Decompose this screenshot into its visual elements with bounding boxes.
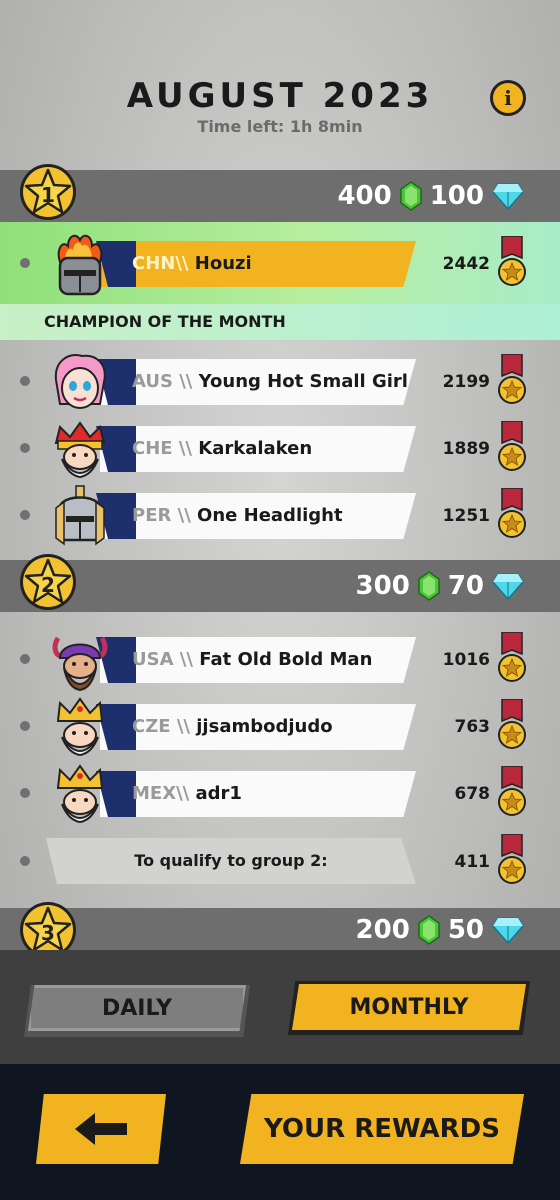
flame-knight-avatar [57, 234, 103, 296]
qualify-label: To qualify to group 2: [134, 851, 328, 870]
pink-hair-girl-avatar [54, 354, 106, 409]
tab-daily[interactable]: DAILY [28, 985, 246, 1031]
gem-reward: 100 [429, 181, 484, 211]
group-reward: 200 50 [356, 910, 524, 950]
medal-icon [496, 354, 528, 406]
page-title: AUGUST 2023 [126, 76, 434, 116]
country-code: CZE \\ [132, 716, 190, 737]
player-username: Karkalaken [198, 438, 313, 459]
player-name: PER \\ One Headlight [132, 493, 343, 539]
green-gem-icon [418, 571, 440, 601]
group-header-1: 1 400 100 [0, 170, 560, 222]
player-score: 763 [454, 717, 491, 737]
player-row[interactable]: CHE \\ Karkalaken 1889 [0, 417, 560, 479]
header: AUGUST 2023 Time left: 1h 8min i [0, 0, 560, 170]
knight-helmet-avatar [55, 485, 105, 546]
player-name: AUS \\ Young Hot Small Girl [132, 359, 408, 405]
gem-reward: 50 [447, 915, 484, 945]
row-dot [20, 258, 30, 268]
arrow-left-icon [75, 1113, 127, 1145]
country-code: MEX\\ [132, 783, 190, 804]
row-dot [20, 721, 30, 731]
gold-crown-king-avatar [56, 697, 104, 757]
row-dot [20, 788, 30, 798]
group-header-2: 2 300 70 [0, 560, 560, 612]
row-dot [20, 856, 30, 866]
player-name: CZE \\ jjsambodjudo [132, 704, 333, 750]
qualify-score: 411 [454, 852, 491, 872]
diamond-icon [492, 572, 524, 600]
country-code: AUS \\ [132, 371, 193, 392]
player-score: 1251 [442, 506, 490, 526]
player-row[interactable]: PER \\ One Headlight 1251 [0, 484, 560, 546]
player-row[interactable]: CHN\\ Houzi 2442 [0, 232, 560, 296]
group-rank-number: 2 [41, 573, 55, 597]
player-name: MEX\\ adr1 [132, 771, 242, 817]
group-rank-number: 1 [41, 183, 55, 207]
row-dot [20, 376, 30, 386]
player-score: 1016 [442, 650, 490, 670]
gem-reward: 70 [447, 571, 484, 601]
player-username: Fat Old Bold Man [199, 649, 373, 670]
player-username: adr1 [195, 783, 242, 804]
country-code: CHN\\ [132, 253, 189, 274]
player-username: Houzi [194, 253, 252, 274]
time-left-label: Time left: 1h 8min [197, 117, 363, 136]
country-code: PER \\ [132, 505, 191, 526]
medal-icon [496, 421, 528, 473]
row-dot [20, 510, 30, 520]
player-row[interactable]: MEX\\ adr1 678 [0, 762, 560, 824]
player-username: Young Hot Small Girl [198, 371, 408, 392]
coin-reward: 400 [337, 181, 392, 211]
your-rewards-button[interactable]: YOUR REWARDS [240, 1094, 524, 1164]
star-rank-icon: 1 [18, 162, 78, 222]
diamond-icon [492, 182, 524, 210]
player-score: 2442 [442, 254, 490, 274]
medal-icon [496, 766, 528, 818]
group-reward: 300 70 [356, 566, 524, 606]
player-name: USA \\ Fat Old Bold Man [132, 637, 372, 683]
player-score: 678 [454, 784, 491, 804]
medal-icon [496, 488, 528, 540]
red-crown-king-avatar [54, 421, 106, 479]
info-icon[interactable]: i [490, 80, 526, 116]
player-score: 2199 [442, 372, 490, 392]
row-dot [20, 443, 30, 453]
coin-reward: 200 [355, 915, 410, 945]
star-rank-icon: 2 [18, 552, 78, 612]
qualify-row: To qualify to group 2: 411 [0, 830, 560, 890]
player-username: One Headlight [197, 505, 343, 526]
diamond-icon [492, 916, 524, 944]
back-button[interactable] [36, 1094, 166, 1164]
player-row[interactable]: AUS \\ Young Hot Small Girl 2199 [0, 350, 560, 410]
group-header-3: 3 200 50 [0, 908, 560, 950]
medal-icon [496, 699, 528, 751]
player-row[interactable]: CZE \\ jjsambodjudo 763 [0, 695, 560, 757]
player-score: 1889 [442, 439, 490, 459]
player-username: jjsambodjudo [196, 716, 333, 737]
player-row[interactable]: USA \\ Fat Old Bold Man 1016 [0, 628, 560, 692]
green-gem-icon [400, 181, 422, 211]
group-reward: 400 100 [337, 176, 524, 216]
player-name: CHE \\ Karkalaken [132, 426, 312, 472]
medal-icon [496, 236, 528, 288]
green-gem-icon [418, 915, 440, 945]
player-name: CHN\\ Houzi [132, 241, 252, 287]
tab-monthly[interactable]: MONTHLY [292, 984, 526, 1030]
champion-label: CHAMPION OF THE MONTH [0, 304, 560, 340]
footer: YOUR REWARDS [0, 1064, 560, 1200]
medal-icon [496, 632, 528, 684]
coin-reward: 300 [355, 571, 410, 601]
viking-purple-avatar [52, 636, 108, 692]
medal-icon [496, 834, 528, 886]
country-code: CHE \\ [132, 438, 192, 459]
country-code: USA \\ [132, 649, 193, 670]
gold-crown-king-avatar [56, 764, 104, 824]
row-dot [20, 654, 30, 664]
